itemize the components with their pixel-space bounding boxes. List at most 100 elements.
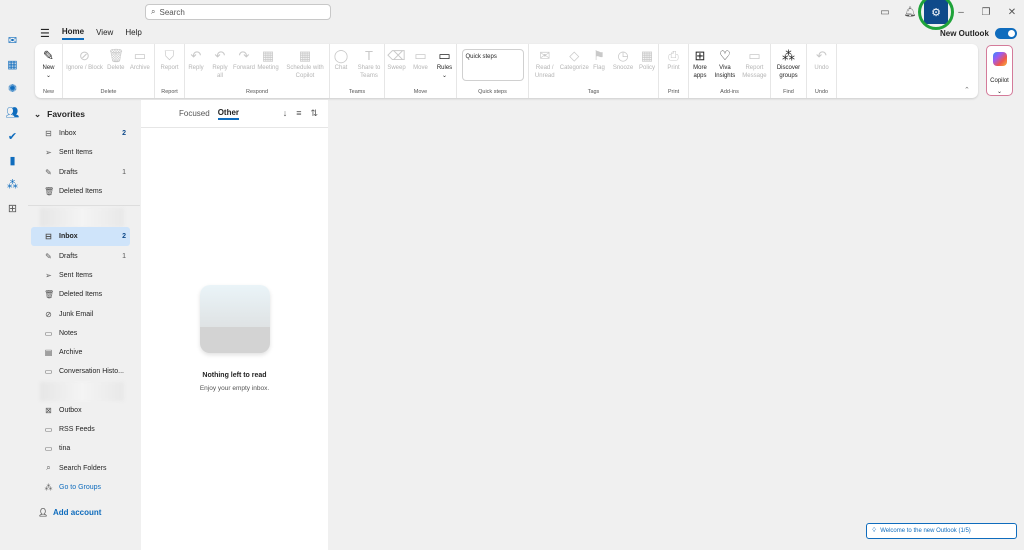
folder-tina[interactable]: ▭ tina xyxy=(28,439,140,458)
minimize-icon[interactable]: – xyxy=(952,4,970,20)
favorites-title: Favorites xyxy=(47,109,85,119)
delete-icon: 🗑 xyxy=(107,48,125,63)
folder-deleted-items[interactable]: 🗑︎ Deleted Items xyxy=(28,285,140,304)
mail-icon[interactable]: ✉ xyxy=(0,28,25,52)
folder-junk-email[interactable]: ⊘ Junk Email xyxy=(28,304,140,323)
welcome-toast[interactable]: 💡︎ Welcome to the new Outlook (1/5) xyxy=(866,523,1017,539)
org-icon[interactable]: ⁂ xyxy=(0,172,25,196)
folder-drafts[interactable]: ✎ Drafts 1 xyxy=(28,163,140,182)
hamburger-menu-icon[interactable]: ☰ xyxy=(40,27,50,40)
favorites-header[interactable]: ⌄ Favorites xyxy=(28,104,140,124)
onenote-icon[interactable]: ▮ xyxy=(0,148,25,172)
folder-label: Drafts xyxy=(59,168,78,176)
archive-icon: ▤ xyxy=(44,348,53,358)
tab-view[interactable]: View xyxy=(96,28,113,39)
tab-home[interactable]: Home xyxy=(61,27,85,40)
discover-groups-label: Discover groups xyxy=(776,65,801,79)
folder-sent-items[interactable]: ➢ Sent Items xyxy=(28,143,140,162)
ribbon-group-move: ⌫ Sweep ▭ Move ▭ Rules ⌄ Move xyxy=(385,44,457,98)
ribbon-group-label: Find xyxy=(783,89,794,95)
folder-notes[interactable]: ▭ Notes xyxy=(28,324,140,343)
ribbon-group-tags: ✉ Read / Unread ◇ Categorize ⚑ Flag ◷ Snooze ▦ Po… xyxy=(529,44,659,98)
folder-label: Drafts xyxy=(59,252,78,260)
inbox-icon: ⊟ xyxy=(45,129,52,139)
archive-icon: ▭ xyxy=(133,48,146,63)
junk-icon: ⊘ xyxy=(45,309,52,319)
ribbon-tabs: ☰ Home View Help xyxy=(40,27,142,40)
go-to-groups-link[interactable]: ⁂ Go to Groups xyxy=(28,478,140,497)
folder-archive[interactable]: ▤ Archive xyxy=(28,343,140,362)
ribbon-group-label: Tags xyxy=(587,89,600,95)
search-box[interactable]: ⌕ Search xyxy=(145,4,331,20)
search-folder-icon: ⌕ xyxy=(46,463,51,473)
collapse-ribbon-icon[interactable]: ⌃ xyxy=(964,86,970,94)
read-unread-icon: ✉ xyxy=(539,48,551,63)
feedback-icon[interactable]: ▭ xyxy=(876,4,894,20)
ribbon-group-new: ✎ New ⌄ New xyxy=(35,44,63,98)
ribbon-group-delete: ⊘ Ignore / Block 🗑 Delete ▭ Archive Delete xyxy=(63,44,155,98)
add-account-button[interactable]: 👤︎ Add account xyxy=(28,503,140,522)
reply-icon: ↶ xyxy=(190,48,202,63)
delete-label: Delete xyxy=(107,65,125,71)
toggle-switch[interactable] xyxy=(994,28,1017,39)
folder-deleted-items[interactable]: 🗑︎ Deleted Items xyxy=(28,182,140,201)
highlight-circle xyxy=(918,0,954,30)
folder-drafts[interactable]: ✎ Drafts 1 xyxy=(28,246,140,265)
folder-rss-feeds[interactable]: ▭ RSS Feeds xyxy=(28,420,140,439)
folder-icon: ▭ xyxy=(44,367,53,377)
inbox-icon: ⊟ xyxy=(45,232,52,242)
folder-sent-items[interactable]: ➢ Sent Items xyxy=(28,266,140,285)
share-to-teams-icon: T xyxy=(365,48,373,63)
categorize-label: Categorize xyxy=(559,65,589,71)
empty-title: Nothing left to read xyxy=(202,372,267,379)
meeting-icon: ▦ xyxy=(261,48,275,63)
ribbon-group-label: Delete xyxy=(100,89,117,95)
folder-search-folders[interactable]: ⌕ Search Folders xyxy=(28,458,140,477)
todo-icon[interactable]: ✔ xyxy=(0,124,25,148)
welcome-toast-text: Welcome to the new Outlook (1/5) xyxy=(880,528,971,534)
filter-icon[interactable]: ≡ xyxy=(296,108,301,119)
trash-icon: 🗑︎ xyxy=(44,290,55,300)
folder-label: Search Folders xyxy=(59,464,107,472)
new-outlook-toggle[interactable]: New Outlook xyxy=(940,28,1017,39)
account-header-redacted[interactable] xyxy=(40,208,124,228)
apps-icon[interactable]: ⊞ xyxy=(0,196,25,220)
copilot-icon[interactable]: ✺ xyxy=(0,76,25,100)
tab-focused[interactable]: Focused xyxy=(179,109,210,118)
ignore-block-icon: ⊘ xyxy=(79,48,90,63)
copilot-button[interactable]: Copilot ⌄ xyxy=(986,45,1013,96)
ribbon-group-label: Print xyxy=(667,89,680,95)
calendar-icon[interactable]: ▦ xyxy=(0,52,25,76)
ribbon-group-label: Move xyxy=(413,89,428,95)
folder-conversation-histo[interactable]: ▭ Conversation Histo... xyxy=(28,362,140,381)
unread-count: 2 xyxy=(122,233,126,241)
jump-down-icon[interactable]: ↓ xyxy=(283,108,288,119)
folder-inbox[interactable]: ⊟ Inbox 2 xyxy=(31,227,130,247)
folder-inbox[interactable]: ⊟ Inbox 2 xyxy=(28,124,140,143)
folder-label: tina xyxy=(59,445,71,453)
discover-groups-icon: ⁂ xyxy=(782,48,795,63)
people-icon[interactable]: 👥︎ xyxy=(0,100,25,124)
restore-icon[interactable]: ❐ xyxy=(977,4,995,20)
tab-help[interactable]: Help xyxy=(125,28,141,39)
bell-icon[interactable]: 🔔︎ xyxy=(901,4,919,20)
ribbon-group-label: Add-ins xyxy=(720,89,739,95)
rules-icon: ▭ xyxy=(438,48,451,63)
folder-icon: ▭ xyxy=(44,425,53,434)
report-icon: ⛉ xyxy=(164,48,175,63)
chevron-down-icon: ⌄ xyxy=(996,89,1003,95)
ribbon-group-label: Teams xyxy=(348,89,366,95)
add-person-icon: 👤︎ xyxy=(38,508,49,518)
lightbulb-icon: 💡︎ xyxy=(872,527,877,534)
ribbon-group-print: ⎙ Print Print xyxy=(659,44,689,98)
folder-outbox[interactable]: ⊠ Outbox xyxy=(28,401,140,420)
redacted-folder xyxy=(40,381,124,401)
quick-steps-dropdown[interactable]: Quick steps xyxy=(461,49,524,81)
sort-icon[interactable]: ⇅ xyxy=(310,108,318,119)
viva-insights-label: Viva Insights xyxy=(714,65,736,79)
tab-other[interactable]: Other xyxy=(217,108,240,120)
unread-count: 1 xyxy=(122,252,126,260)
folder-pane: ⌄ Favorites ⊟ Inbox 2 ➢ Sent Items ✎ Drafts 1 🗑︎ D… xyxy=(28,104,140,550)
report-message-icon: ▭ xyxy=(748,48,761,63)
close-icon[interactable]: ✕ xyxy=(1003,4,1021,20)
